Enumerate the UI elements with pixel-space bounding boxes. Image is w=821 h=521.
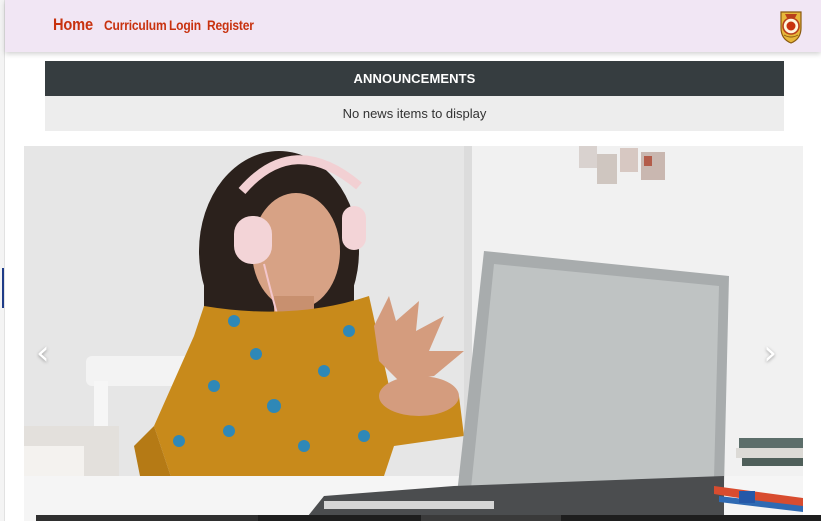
top-navbar: Home Curriculum Login Register	[5, 0, 821, 52]
nav-curriculum-link[interactable]: Curriculum	[104, 17, 167, 33]
bottom-dark-strip	[36, 515, 821, 521]
nav-login-link[interactable]: Login	[169, 17, 201, 33]
bottom-strip-segment	[421, 515, 561, 521]
edge-marker	[2, 268, 4, 308]
nav-register-link[interactable]: Register	[207, 17, 254, 33]
chevron-left-icon: ‹	[36, 333, 50, 373]
school-crest-icon[interactable]	[778, 8, 804, 44]
carousel-next-button[interactable]: ›	[763, 336, 777, 370]
nav-home-link[interactable]: Home	[53, 15, 93, 35]
carousel-prev-button[interactable]: ‹	[36, 336, 50, 370]
bottom-strip-segment	[36, 515, 258, 521]
announcements-empty-message: No news items to display	[45, 96, 784, 131]
image-carousel[interactable]: ‹ ›	[24, 146, 803, 521]
carousel-slide-image	[24, 146, 803, 521]
chevron-right-icon: ›	[763, 333, 777, 373]
left-edge-strip	[0, 0, 5, 521]
announcements-header: ANNOUNCEMENTS	[45, 61, 784, 96]
